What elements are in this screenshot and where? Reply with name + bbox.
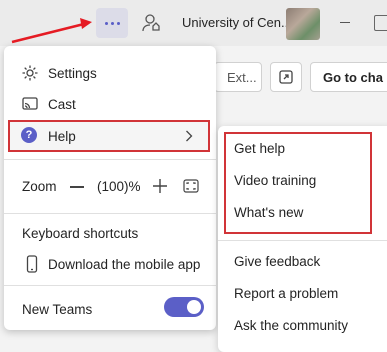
toggle-knob (187, 300, 201, 314)
more-icon-dot (116, 21, 120, 25)
zoom-out-icon[interactable] (70, 186, 84, 188)
menu-item-label: Settings (48, 65, 97, 81)
divider (4, 213, 216, 214)
menu-item-label: Help (48, 128, 76, 144)
submenu-item-give-feedback[interactable]: Give feedback (234, 254, 320, 269)
go-to-chat-button[interactable]: Go to cha (310, 62, 387, 92)
submenu-item-get-help[interactable]: Get help (234, 141, 285, 156)
org-name[interactable]: University of Cen... (182, 15, 292, 30)
zoom-in-icon[interactable] (153, 179, 167, 193)
chevron-right-icon (186, 130, 193, 142)
divider (218, 240, 387, 241)
zoom-row: Zoom (100)% (22, 176, 212, 198)
cast-icon (22, 97, 38, 110)
extensions-button[interactable]: Ext... (214, 62, 262, 92)
divider (4, 285, 216, 286)
menu-item-label: Download the mobile app (48, 256, 201, 272)
submenu-item-ask-community[interactable]: Ask the community (234, 318, 348, 333)
menu-item-download-mobile[interactable]: Download the mobile app (4, 249, 216, 279)
title-bar: University of Cen... (0, 0, 387, 46)
menu-item-settings[interactable]: Settings (4, 58, 216, 88)
popout-button[interactable] (270, 62, 302, 92)
popout-icon (279, 70, 293, 84)
more-options-button[interactable] (96, 8, 128, 38)
divider (4, 159, 216, 160)
menu-item-label: New Teams (22, 301, 93, 317)
person-alert-icon[interactable] (140, 12, 162, 34)
submenu-item-report-problem[interactable]: Report a problem (234, 286, 338, 301)
zoom-value: (100)% (97, 179, 141, 194)
zoom-label: Zoom (22, 179, 57, 194)
menu-item-keyboard-shortcuts[interactable]: Keyboard shortcuts (4, 218, 216, 248)
more-icon-dot (110, 21, 114, 25)
fullscreen-icon[interactable] (183, 179, 199, 193)
menu-item-label: Keyboard shortcuts (22, 225, 139, 241)
avatar[interactable] (286, 8, 320, 40)
phone-icon (26, 255, 38, 273)
more-icon (104, 21, 108, 25)
minimize-icon[interactable] (340, 22, 350, 23)
submenu-item-video-training[interactable]: Video training (234, 173, 316, 188)
menu-item-label: Cast (48, 96, 76, 112)
menu-item-cast[interactable]: Cast (4, 89, 216, 119)
more-options-menu: Settings Cast ? Help Zoom (100)% Keyboar… (4, 46, 216, 330)
gear-icon (22, 65, 38, 81)
maximize-icon[interactable] (374, 15, 387, 31)
submenu-item-whats-new[interactable]: What's new (234, 205, 303, 220)
help-submenu: Get help Video training What's new Give … (218, 126, 387, 352)
new-teams-toggle[interactable] (164, 297, 204, 317)
menu-item-help[interactable]: Help (4, 121, 216, 151)
